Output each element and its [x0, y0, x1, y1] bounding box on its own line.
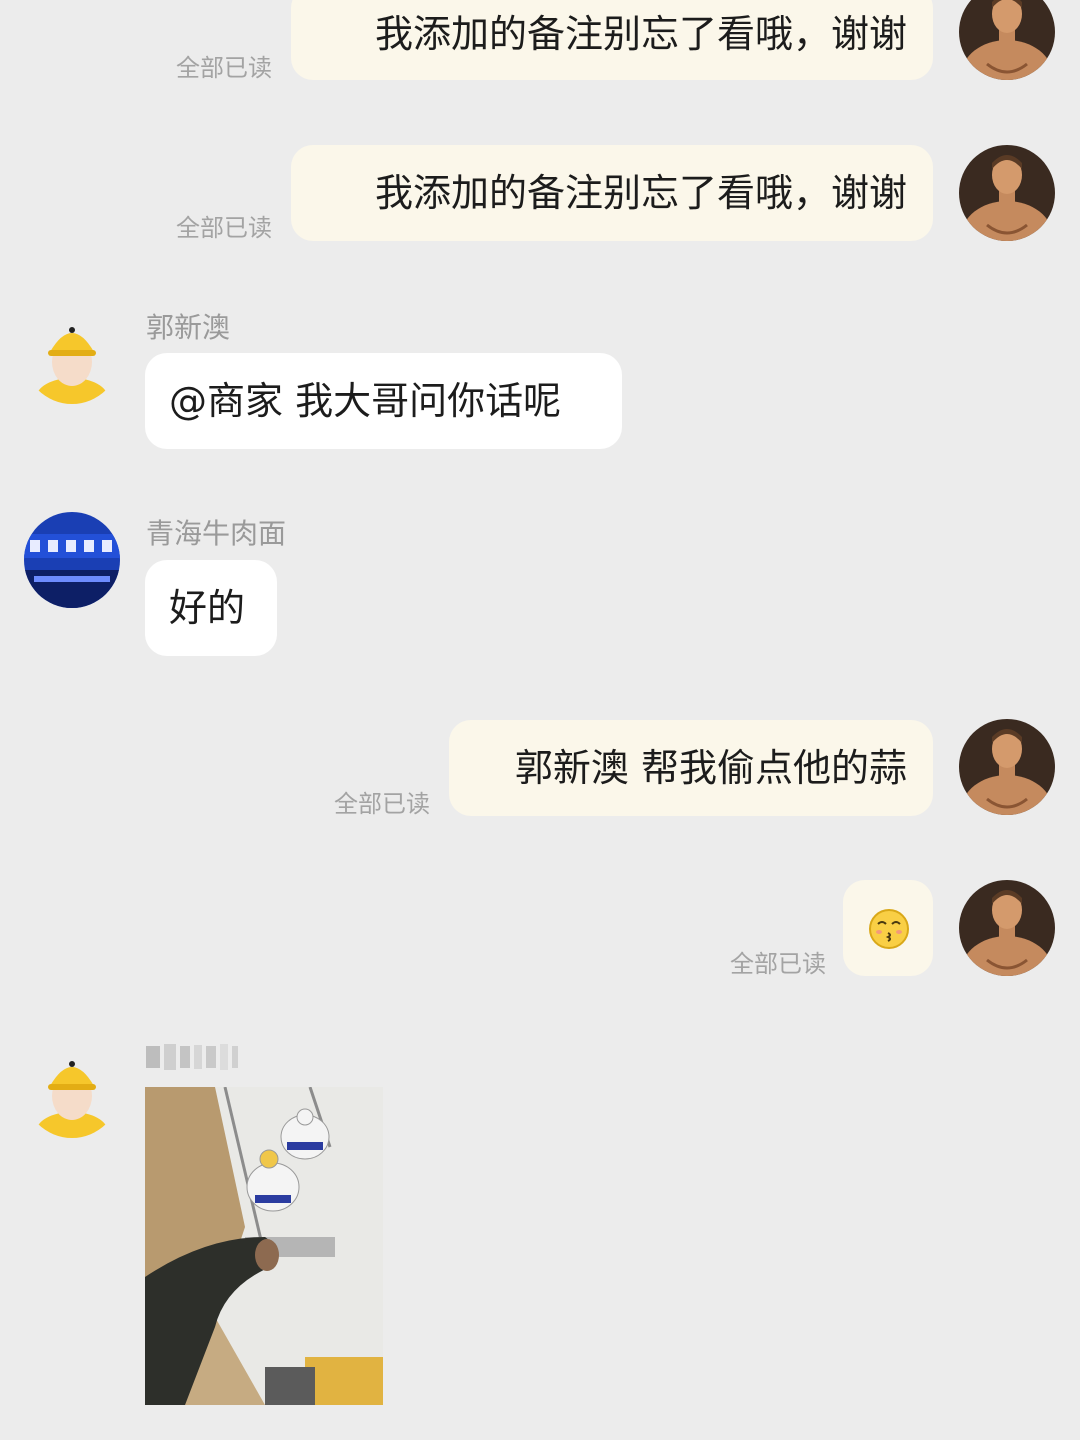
message-bubble[interactable]: 郭新澳 帮我偷点他的蒜: [449, 720, 933, 816]
redacted-sender-name: [146, 1044, 238, 1070]
user-avatar[interactable]: [959, 0, 1055, 80]
yellow-helmet-avatar-icon: [24, 1042, 120, 1138]
read-status: 全部已读: [334, 790, 430, 818]
message-bubble[interactable]: 我添加的备注别忘了看哦，谢谢: [291, 145, 933, 241]
read-status: 全部已读: [176, 54, 272, 82]
shirtless-man-avatar-icon: [959, 880, 1055, 976]
sender-name: 郭新澳: [146, 311, 231, 344]
sender-avatar[interactable]: [24, 512, 120, 608]
user-avatar[interactable]: [959, 880, 1055, 976]
sender-name: 青海牛肉面: [146, 517, 287, 550]
sender-avatar[interactable]: [24, 1042, 120, 1138]
message-bubble[interactable]: @商家 我大哥问你话呢: [145, 353, 622, 449]
shirtless-man-avatar-icon: [959, 0, 1055, 80]
photo-condiment-bottles: [145, 1087, 383, 1405]
kissing-face-icon: [869, 909, 909, 949]
sender-avatar[interactable]: [24, 308, 120, 404]
shirtless-man-avatar-icon: [959, 719, 1055, 815]
image-message[interactable]: [145, 1087, 383, 1405]
emoji-message-bubble[interactable]: [843, 880, 933, 976]
yellow-helmet-avatar-icon: [24, 308, 120, 404]
read-status: 全部已读: [176, 214, 272, 242]
shirtless-man-avatar-icon: [959, 145, 1055, 241]
message-bubble[interactable]: 我添加的备注别忘了看哦，谢谢: [291, 0, 933, 80]
user-avatar[interactable]: [959, 719, 1055, 815]
read-status: 全部已读: [730, 950, 826, 978]
message-bubble[interactable]: 好的: [145, 560, 277, 656]
shop-sign-avatar-icon: [24, 512, 120, 608]
user-avatar[interactable]: [959, 145, 1055, 241]
